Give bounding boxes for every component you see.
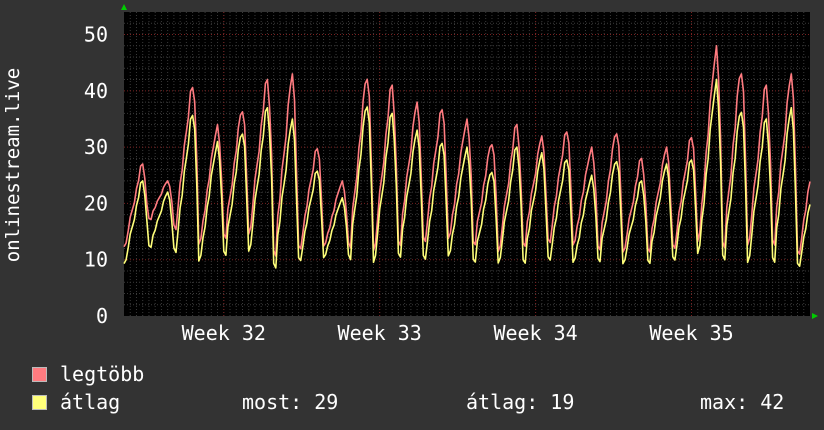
legend-avg: átlag	[32, 390, 120, 414]
stat-average: átlag: 19	[466, 390, 575, 414]
legend-swatch-max	[32, 366, 47, 382]
x-tick-label: Week 34	[493, 321, 577, 345]
x-tick-label: Week 35	[649, 321, 733, 345]
y-tick-label: 40	[84, 79, 108, 103]
y-axis-arrow	[121, 4, 127, 10]
legend-label-avg: átlag	[60, 390, 121, 414]
legend-swatch-avg	[32, 394, 47, 410]
x-tick-label: Week 32	[182, 321, 266, 345]
x-tick-label: Week 33	[338, 321, 422, 345]
y-tick-label: 50	[84, 23, 108, 47]
legend-label-max: legtöbb	[60, 362, 145, 386]
graph-panel: 0 10 20 30 40 50 Week 32 Week 33 Week 34 Week 35 …	[0, 0, 824, 430]
legend-max: legtöbb	[32, 362, 144, 386]
stat-maximum: max: 42	[700, 390, 785, 414]
x-axis-arrow	[812, 313, 818, 319]
y-tick-label: 20	[84, 191, 108, 215]
y-tick-label: 10	[84, 248, 108, 272]
y-tick-label: 0	[96, 304, 108, 328]
stat-current: most: 29	[242, 390, 339, 414]
y-axis-label: onlinestream.live	[2, 68, 24, 262]
y-tick-label: 30	[84, 135, 108, 159]
